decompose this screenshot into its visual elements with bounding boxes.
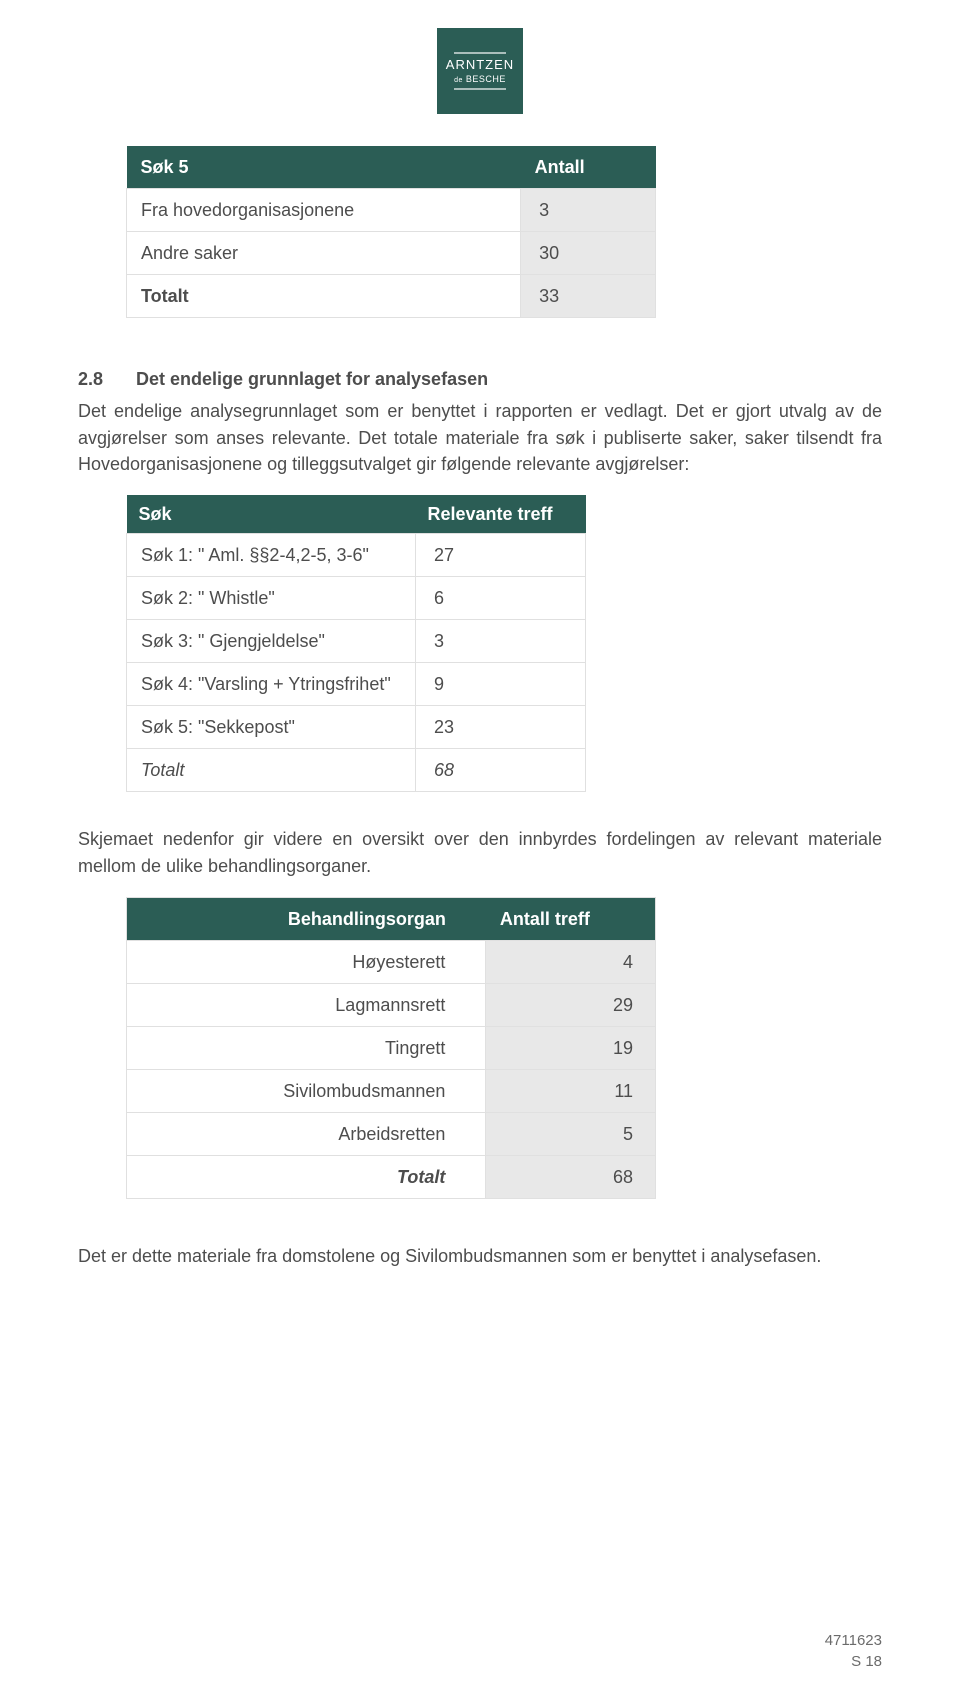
t3-header-label: Behandlingsorgan [127,897,486,940]
table-row: Fra hovedorganisasjonene 3 [127,189,656,232]
table-row: Søk 5: "Sekkepost"23 [127,706,586,749]
page-footer: 4711623 S 18 [825,1630,882,1674]
table-sok5: Søk 5 Antall Fra hovedorganisasjonene 3 … [126,146,656,318]
logo-line2: de BESCHE [454,73,506,86]
table-row: Søk 3: " Gjengjeldelse"3 [127,620,586,663]
table-row: Andre saker 30 [127,232,656,275]
paragraph-2: Skjemaet nedenfor gir videre en oversikt… [78,826,882,878]
table-row: Lagmannsrett29 [127,983,656,1026]
table-row: Søk 4: "Varsling + Ytringsfrihet"9 [127,663,586,706]
paragraph-1: Det endelige analysegrunnlaget som er be… [78,398,882,476]
table-row-total: Totalt 33 [127,275,656,318]
table-row: Arbeidsretten5 [127,1113,656,1156]
table-row-total: Totalt68 [127,1156,656,1199]
t2-header-label: Søk [127,495,416,534]
table-row-total: Totalt68 [127,749,586,792]
t1-header-label: Søk 5 [127,146,521,189]
table-sok-relevante: Søk Relevante treff Søk 1: " Aml. §§2-4,… [126,495,586,793]
table-row: Søk 2: " Whistle"6 [127,576,586,619]
brand-logo: ARNTZEN de BESCHE [437,28,523,114]
t1-header-count: Antall [521,146,656,189]
section-title: Det endelige grunnlaget for analysefasen [136,366,488,392]
table-row: Sivilombudsmannen11 [127,1069,656,1112]
t3-header-count: Antall treff [486,897,656,940]
paragraph-3: Det er dette materiale fra domstolene og… [78,1243,882,1269]
section-number: 2.8 [78,366,112,392]
t2-header-count: Relevante treff [416,495,586,534]
doc-number: 4711623 [825,1630,882,1652]
table-row: Søk 1: " Aml. §§2-4,2-5, 3-6"27 [127,533,586,576]
section-heading: 2.8 Det endelige grunnlaget for analysef… [78,366,882,392]
page: ARNTZEN de BESCHE Søk 5 Antall Fra hoved… [0,0,960,1697]
table-behandlingsorgan: Behandlingsorgan Antall treff Høyesteret… [126,897,656,1200]
table-row: Høyesterett4 [127,940,656,983]
page-number: S 18 [825,1651,882,1673]
table-row: Tingrett19 [127,1026,656,1069]
